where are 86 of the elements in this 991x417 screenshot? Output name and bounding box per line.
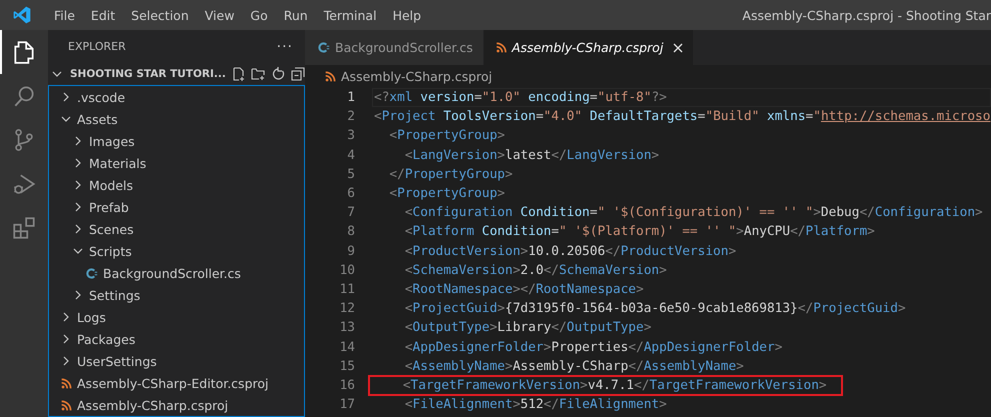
chevron-right-icon[interactable] [61, 312, 71, 322]
rss-icon [61, 400, 72, 410]
rss-icon [325, 70, 336, 82]
line-number: 17 [338, 397, 356, 412]
blocks-icon[interactable] [11, 215, 37, 241]
folder-section-title[interactable]: SHOOTING STAR TUTORI... [70, 68, 226, 80]
code-line: <PropertyGroup> [388, 127, 506, 146]
tree-folder[interactable]: Assets [77, 112, 118, 126]
menu-item[interactable]: Go [242, 8, 276, 22]
tree-folder[interactable]: UserSettings [77, 354, 157, 368]
line-number: 14 [338, 340, 356, 355]
menu-item[interactable]: Edit [82, 8, 124, 22]
c-sharp-icon [85, 266, 98, 280]
tree-folder[interactable]: Materials [89, 156, 146, 170]
chevron-right-icon[interactable] [61, 334, 71, 344]
code-line: <Platform Condition=" '$(Platform)' == '' ">AnyCPU</Platform> [404, 223, 876, 242]
line-number: 10 [338, 262, 356, 278]
chevron-down-icon[interactable] [52, 69, 62, 80]
tree-file[interactable]: Assembly-CSharp-Editor.csproj [77, 376, 268, 390]
code-line: <AppDesignerFolder>Properties</AppDesignerFolder> [404, 338, 784, 357]
line-number: 15 [338, 358, 356, 374]
collapse-all-icon[interactable] [290, 66, 305, 82]
editor-tab[interactable]: Assembly-CSharp.csproj [484, 30, 694, 65]
chevron-right-icon[interactable] [73, 290, 83, 300]
code-line: <RootNamespace></RootNamespace> [404, 280, 645, 299]
line-number: 3 [346, 128, 356, 144]
chevron-right-icon[interactable] [73, 180, 83, 190]
menu-item[interactable]: Help [384, 8, 430, 22]
menu-item[interactable]: Run [276, 8, 316, 22]
tree-folder[interactable]: Images [89, 134, 135, 148]
menu-item[interactable]: View [196, 8, 242, 22]
line-number: 8 [346, 224, 356, 240]
line-number: 2 [346, 109, 356, 124]
line-number: 5 [346, 166, 356, 182]
code-line: <OutputType>Library</OutputType> [404, 319, 652, 338]
code-line: <AssemblyName>Assembly-CSharp</AssemblyName> [404, 358, 745, 376]
tree-folder[interactable]: .vscode [77, 90, 126, 104]
line-number: 16 [338, 378, 356, 393]
line-number: 12 [338, 301, 356, 316]
chevron-right-icon[interactable] [73, 158, 83, 168]
line-number: 9 [346, 244, 356, 259]
tree-file[interactable]: Assembly-CSharp.csproj [77, 398, 228, 412]
chevron-right-icon[interactable] [73, 202, 83, 212]
code-line: <Project ToolsVersion="4.0" DefaultTargets="Build" xmlns="http://schemas.microso [373, 108, 991, 126]
breadcrumb-item[interactable]: Assembly-CSharp.csproj [341, 68, 492, 84]
chevron-right-icon[interactable] [61, 356, 71, 366]
tree-folder[interactable]: Settings [89, 288, 140, 302]
tree-folder[interactable]: Models [89, 178, 134, 192]
rss-icon [61, 378, 72, 388]
tree-folder[interactable]: Scripts [89, 244, 132, 258]
line-number: 11 [338, 282, 356, 297]
close-icon[interactable] [673, 42, 684, 52]
chevron-right-icon[interactable] [61, 92, 71, 102]
tree-folder[interactable]: Logs [77, 310, 106, 324]
editor-tab[interactable]: BackgroundScroller.cs [305, 30, 483, 65]
code-line: <LangVersion>latest</LangVersion> [404, 146, 660, 165]
more-actions-button[interactable]: ··· [276, 38, 293, 55]
code-line: <Configuration Condition=" '$(Configuration)' == '' ">Debug</Configuration> [404, 204, 984, 222]
line-number: 7 [346, 205, 356, 220]
menu-item[interactable]: Terminal [316, 8, 385, 22]
code-editor-logo-icon [12, 5, 32, 25]
sidebar-title: EXPLORER [68, 40, 126, 54]
code-line: <SchemaVersion>2.0</SchemaVersion> [404, 262, 668, 280]
line-number: 13 [338, 320, 356, 336]
menu-item[interactable]: Selection [123, 8, 197, 22]
chevron-down-icon[interactable] [61, 114, 71, 124]
code-line: <PropertyGroup> [388, 185, 506, 204]
tree-folder[interactable]: Scenes [89, 222, 134, 236]
code-line: </PropertyGroup> [388, 166, 514, 184]
line-number: 4 [346, 148, 356, 163]
new-folder-icon[interactable] [250, 66, 266, 82]
line-number: 1 [346, 90, 356, 106]
rss-icon [496, 42, 507, 53]
menu-item[interactable]: File [46, 8, 83, 22]
tree-file[interactable]: BackgroundScroller.cs [103, 266, 241, 280]
code-line: <FileAlignment>512</FileAlignment> [404, 396, 668, 414]
code-line: <ProductVersion>10.0.20506</ProductVersion> [404, 242, 738, 261]
c-sharp-icon [317, 41, 330, 54]
tree-folder[interactable]: Packages [77, 332, 136, 346]
chevron-down-icon[interactable] [73, 246, 83, 256]
code-line: <ProjectGuid>{7d3195f0-1564-b03a-6e50-9cab1e869813}</ProjectGuid> [404, 300, 907, 318]
line-number: 6 [346, 186, 356, 202]
window-title: Assembly-CSharp.csproj - Shooting Star [742, 8, 991, 22]
chevron-right-icon[interactable] [73, 224, 83, 234]
chevron-right-icon[interactable] [73, 136, 83, 146]
tree-folder[interactable]: Prefab [89, 200, 129, 214]
